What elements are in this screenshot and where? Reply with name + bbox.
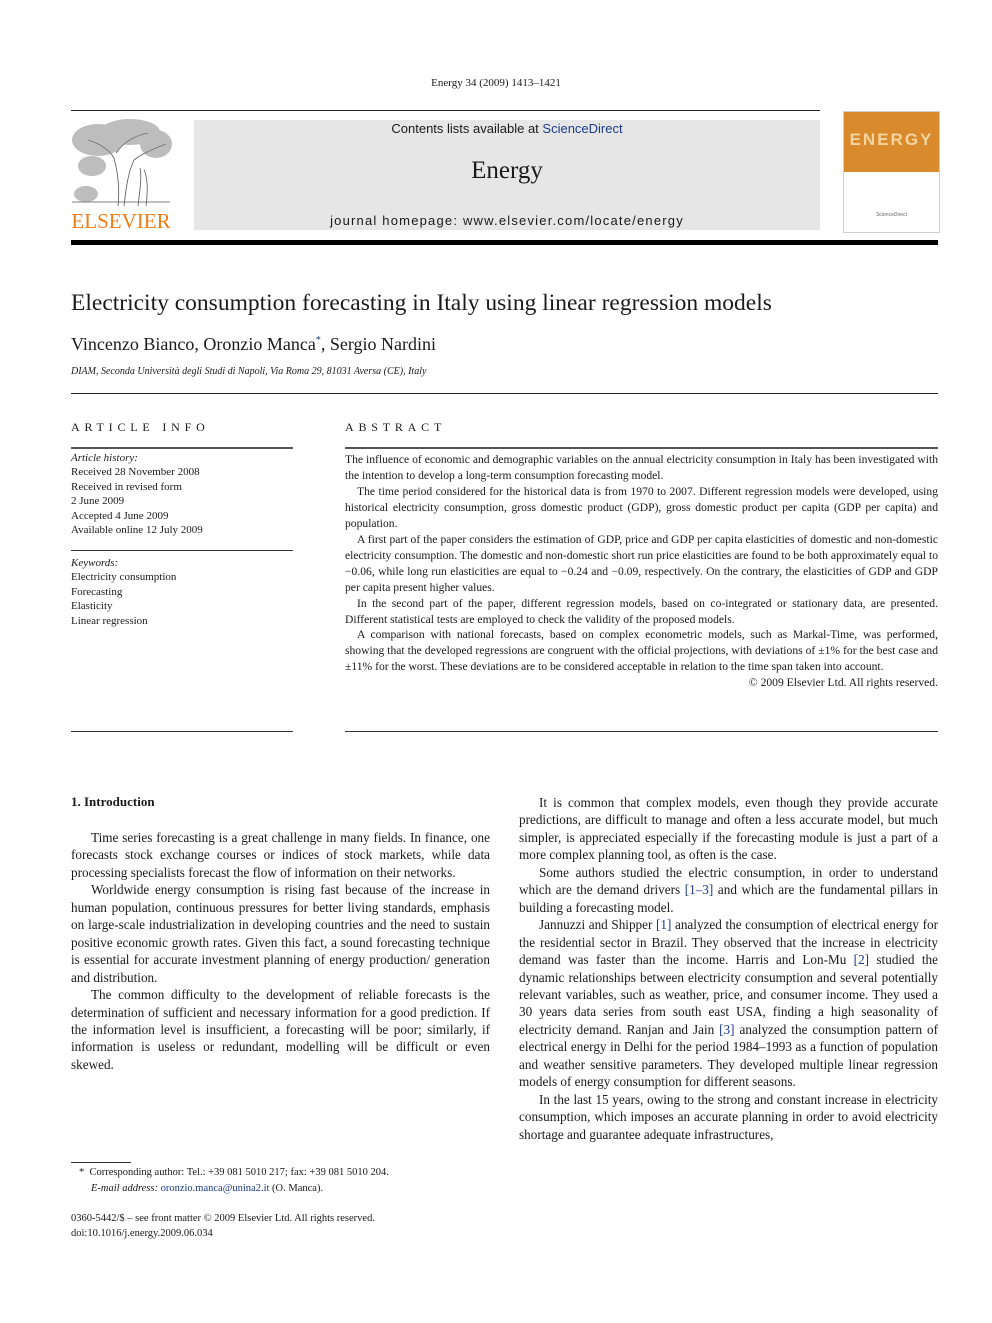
body-paragraph: In the last 15 years, owing to the stron…	[519, 1091, 938, 1142]
doi-link[interactable]: doi:10.1016/j.energy.2009.06.034	[71, 1227, 501, 1242]
keyword: Forecasting	[71, 585, 123, 598]
keywords-rule	[71, 550, 293, 551]
keyword: Elasticity	[71, 600, 113, 613]
email-suffix: (O. Manca).	[269, 1182, 324, 1194]
section-heading-introduction: 1. Introduction	[71, 794, 155, 809]
affiliation: DIAM, Seconda Università degli Studi di …	[71, 366, 427, 377]
abstract-paragraph: The time period considered for the histo…	[345, 484, 938, 530]
body-paragraph: Time series forecasting is a great chall…	[71, 830, 490, 880]
history-item: Received in revised form	[71, 480, 182, 493]
footnote: * Corresponding author: Tel.: +39 081 50…	[71, 1165, 501, 1196]
footnote-contact: * Corresponding author: Tel.: +39 081 50…	[71, 1165, 501, 1181]
copyright-notice: © 2009 Elsevier Ltd. All rights reserved…	[748, 676, 938, 690]
body-paragraph: Some authors studied the electric consum…	[519, 864, 938, 916]
history-item: Available online 12 July 2009	[71, 524, 203, 537]
contact-text: Corresponding author: Tel.: +39 081 5010…	[89, 1167, 389, 1178]
body-column-right: It is common that complex models, even t…	[519, 794, 938, 1143]
article-info-end-rule	[71, 731, 293, 732]
authors: Vincenzo Bianco, Oronzio Manca*, Sergio …	[71, 334, 436, 355]
journal-homepage-link[interactable]: journal homepage: www.elsevier.com/locat…	[194, 213, 820, 228]
abstract-paragraph: The influence of economic and demographi…	[345, 453, 938, 482]
article-info-rule	[71, 447, 293, 449]
keywords-label: Keywords:	[71, 557, 119, 569]
email-link[interactable]: oronzio.manca@unina2.it	[161, 1183, 270, 1194]
abstract-paragraph: A comparison with national forecasts, ba…	[345, 628, 938, 674]
journal-title: Energy	[471, 157, 543, 184]
body-paragraph: Jannuzzi and Shipper [1] analyzed the co…	[519, 916, 938, 1091]
running-head: Energy 34 (2009) 1413–1421	[431, 77, 561, 89]
abstract-paragraph: A first part of the paper considers the …	[345, 532, 938, 594]
body-column-left: Time series forecasting is a great chall…	[71, 829, 490, 1073]
front-matter: 0360-5442/$ – see front matter © 2009 El…	[71, 1212, 501, 1241]
keyword: Linear regression	[71, 614, 148, 627]
footnote-email: E-mail address: oronzio.manca@unina2.it …	[71, 1181, 501, 1197]
history-item: 2 June 2009	[71, 495, 125, 508]
text: Jannuzzi and Shipper	[539, 917, 656, 933]
masthead-thick-rule	[71, 240, 938, 245]
body-paragraph: It is common that complex models, even t…	[519, 795, 938, 863]
citation-link[interactable]: [2]	[854, 952, 869, 967]
contents-line: Contents lists available at ScienceDirec…	[194, 121, 820, 136]
history-item: Received 28 November 2008	[71, 466, 200, 479]
abstract-paragraph: In the second part of the paper, differe…	[345, 596, 938, 626]
contents-prefix: Contents lists available at	[391, 121, 543, 136]
elsevier-wordmark: ELSEVIER	[71, 209, 171, 233]
header-rule	[71, 110, 820, 111]
keywords: Keywords: Electricity consumption Foreca…	[71, 556, 293, 628]
body-paragraph: Worldwide energy consumption is rising f…	[71, 882, 490, 985]
author-names-tail: , Sergio Nardini	[320, 334, 436, 354]
title-rule	[71, 393, 938, 394]
article-title: Electricity consumption forecasting in I…	[71, 290, 772, 316]
history-label: Article history:	[71, 452, 138, 464]
journal-masthead: Contents lists available at ScienceDirec…	[194, 120, 820, 230]
sciencedirect-link[interactable]: ScienceDirect	[542, 121, 622, 136]
footnote-rule	[71, 1162, 131, 1163]
citation-link[interactable]: [3]	[719, 1022, 734, 1037]
cover-title: ENERGY	[849, 130, 934, 149]
tree-icon	[72, 119, 172, 207]
article-history: Article history: Received 28 November 20…	[71, 451, 293, 537]
citation-link[interactable]: [1]	[656, 917, 671, 932]
abstract-end-rule	[345, 731, 938, 732]
cover-sciencedirect-mark: ScienceDirect	[876, 212, 907, 218]
history-item: Accepted 4 June 2009	[71, 509, 169, 522]
citation-link[interactable]: [1–3]	[685, 882, 714, 897]
abstract-body: The influence of economic and demographi…	[345, 452, 938, 691]
body-paragraph: The common difficulty to the development…	[71, 987, 490, 1072]
footnote-mark: *	[79, 1167, 85, 1178]
abstract-heading: ABSTRACT	[345, 420, 447, 434]
abstract-rule	[345, 447, 938, 449]
author-names: Vincenzo Bianco, Oronzio Manca	[71, 334, 316, 354]
keyword: Electricity consumption	[71, 571, 177, 584]
email-label: E-mail address:	[91, 1182, 161, 1194]
issn-line: 0360-5442/$ – see front matter © 2009 El…	[71, 1213, 375, 1224]
journal-cover-image: ENERGY ScienceDirect	[843, 111, 940, 233]
article-info-heading: ARTICLE INFO	[71, 420, 210, 434]
